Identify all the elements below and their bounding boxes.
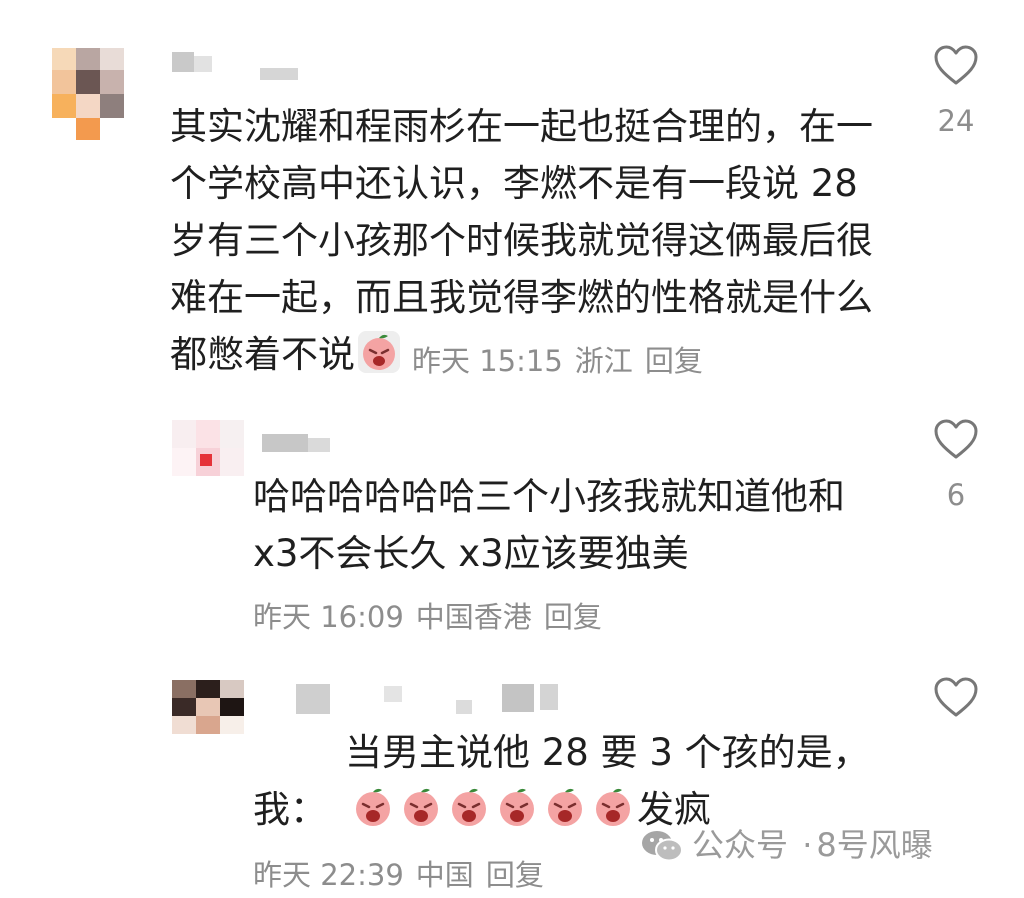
- comment-line: 当男主说他 28 要 3 个孩的是，: [253, 724, 870, 781]
- comment-location: 中国香港: [415, 600, 532, 634]
- username[interactable]: [172, 52, 312, 82]
- comment-location: 浙江: [574, 344, 633, 378]
- emoji-row: [349, 788, 637, 831]
- comment-time: 昨天 15:15: [412, 344, 563, 378]
- like-count: 24: [937, 104, 975, 138]
- comment-line-text: 我：: [253, 788, 327, 831]
- comment-line: 难在一起，而且我觉得李燃的性格就是什么: [170, 276, 873, 319]
- watermark-separator: ·: [802, 826, 813, 864]
- screaming-peach-emoji: [596, 788, 630, 826]
- like-count: 6: [946, 478, 966, 512]
- comment-line: 都憋着不说: [170, 333, 355, 376]
- like-button[interactable]: 24: [926, 44, 986, 138]
- crying-peach-emoji: [358, 331, 400, 373]
- watermark-name: 8号风曝: [816, 826, 933, 864]
- comment-meta: 昨天 22:39 中国 回复: [253, 852, 556, 894]
- screaming-peach-emoji: [452, 788, 486, 826]
- comment-line: 岁有三个小孩那个时候我就觉得这俩最后很: [170, 219, 873, 262]
- avatar[interactable]: [52, 48, 124, 140]
- comment-time: 昨天 16:09: [253, 600, 404, 634]
- username[interactable]: [296, 684, 566, 714]
- screaming-peach-emoji: [548, 788, 582, 826]
- screaming-peach-emoji: [404, 788, 438, 826]
- comment-line: 哈哈哈哈哈哈三个小孩我就知道他和: [253, 475, 845, 518]
- comment-line: 其实沈耀和程雨杉在一起也挺合理的，在一: [170, 105, 873, 148]
- comment-meta: 昨天 16:09 中国香港 回复: [253, 594, 614, 636]
- screaming-peach-emoji: [500, 788, 534, 826]
- avatar[interactable]: [172, 420, 244, 476]
- heart-icon: [934, 45, 978, 85]
- reply-button[interactable]: 回复: [544, 594, 602, 636]
- avatar[interactable]: [172, 680, 244, 734]
- heart-icon: [934, 419, 978, 459]
- heart-icon: [934, 677, 978, 717]
- reply-button[interactable]: 回复: [645, 338, 703, 380]
- comment-time: 昨天 22:39: [253, 858, 404, 892]
- comment-line: 个学校高中还认识，李燃不是有一段说 28: [170, 162, 858, 205]
- comment-text: 哈哈哈哈哈哈三个小孩我就知道他和 x3不会长久 x3应该要独美: [253, 468, 845, 582]
- comment-line: x3不会长久 x3应该要独美: [253, 532, 689, 575]
- watermark: 公众号 · 8号风曝: [640, 820, 933, 866]
- reply-button[interactable]: 回复: [486, 852, 544, 894]
- screaming-peach-emoji: [356, 788, 390, 826]
- comment-location: 中国: [415, 858, 474, 892]
- watermark-prefix: 公众号: [692, 826, 789, 864]
- comment-line-text: 当男主说他 28 要 3 个孩的是，: [345, 731, 870, 774]
- wechat-icon: [642, 831, 683, 862]
- like-button[interactable]: [926, 676, 986, 736]
- comment-meta: 昨天 15:15 浙江 回复: [412, 338, 715, 380]
- username[interactable]: [262, 432, 342, 462]
- like-button[interactable]: 6: [926, 418, 986, 512]
